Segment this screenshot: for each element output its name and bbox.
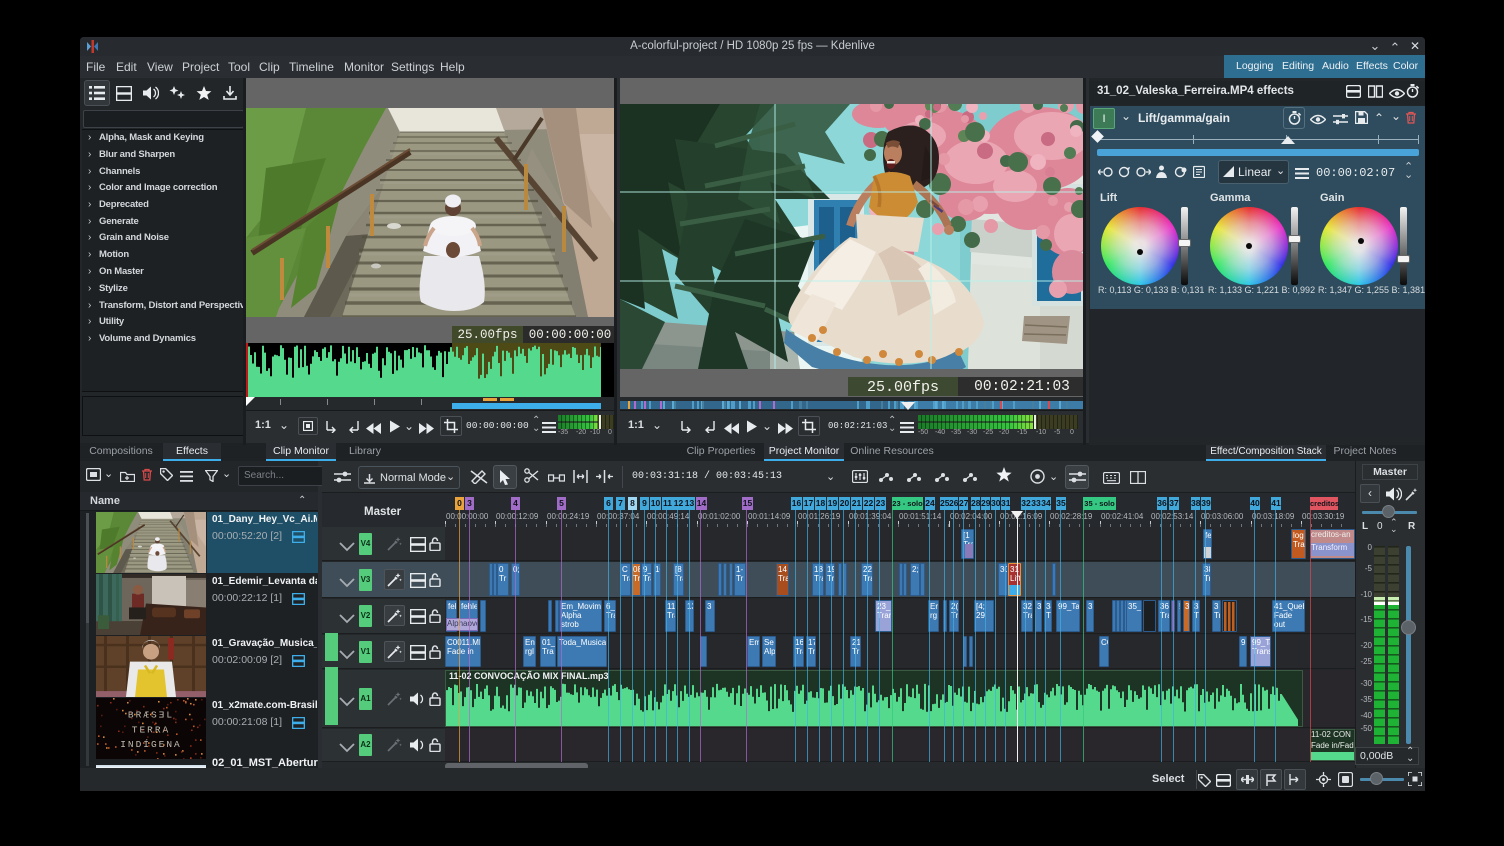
svg-text:INDÍGENA: INDÍGENA (120, 739, 182, 750)
svg-text:TERRA: TERRA (132, 725, 170, 736)
svg-text:BRÆSƎL: BRÆSƎL (128, 710, 174, 721)
